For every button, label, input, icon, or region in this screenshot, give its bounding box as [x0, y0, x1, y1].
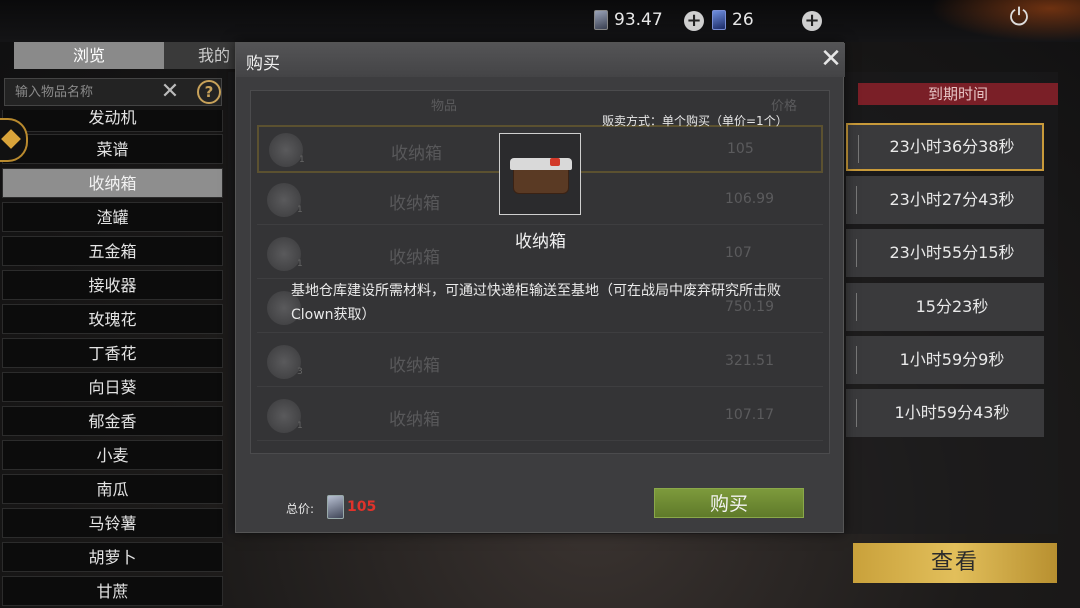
clear-icon[interactable]: ✕ — [159, 80, 181, 104]
expiry-cell[interactable]: 23小时27分43秒 — [846, 176, 1044, 224]
buy-button[interactable]: 购买 — [654, 488, 804, 518]
category-item[interactable]: 五金箱 — [2, 236, 223, 266]
listing-row: 3 收纳箱 321.51 — [257, 339, 823, 387]
category-item[interactable]: 菜谱 — [2, 134, 223, 164]
listing-header-name: 物品 — [431, 99, 458, 114]
total-label: 总价: — [286, 502, 315, 516]
expiry-cell-selected[interactable]: 23小时36分38秒 — [846, 123, 1044, 171]
listing-price: 321.51 — [725, 353, 774, 369]
corner-glow — [930, 0, 1080, 42]
storage-box-icon — [267, 399, 301, 433]
listing-qty: 1 — [297, 259, 303, 269]
search-input[interactable] — [15, 82, 155, 102]
category-item-selected[interactable]: 收纳箱 — [2, 168, 223, 198]
gem-icon — [712, 10, 726, 30]
category-item[interactable]: 丁香花 — [2, 338, 223, 368]
expiry-cell[interactable]: 1小时59分9秒 — [846, 336, 1044, 384]
listing-price: 107.17 — [725, 407, 774, 423]
category-item[interactable]: 渣罐 — [2, 202, 223, 232]
listing-qty: 1 — [297, 205, 303, 215]
gem-value: 26 — [732, 10, 754, 30]
power-icon[interactable]: ⏻ — [1006, 4, 1032, 30]
item-name: 收纳箱 — [515, 232, 566, 252]
tab-browse[interactable]: 浏览 — [14, 42, 164, 69]
coin-value: 93.47 — [614, 10, 663, 30]
storage-box-icon — [269, 133, 303, 167]
expiry-time: 1小时59分9秒 — [899, 350, 1005, 369]
expiry-cell[interactable]: 15分23秒 — [846, 283, 1044, 331]
box-lid — [510, 158, 572, 170]
help-icon[interactable]: ? — [197, 80, 221, 104]
dialog-title-bar: 购买 ✕ — [236, 43, 845, 77]
divider — [856, 293, 857, 321]
expiry-time: 15分23秒 — [915, 297, 989, 316]
expiry-cell[interactable]: 1小时59分43秒 — [846, 389, 1044, 437]
total-price: 105 — [347, 499, 377, 515]
coin-icon — [327, 495, 344, 519]
listing-name: 收纳箱 — [389, 410, 440, 430]
category-item[interactable]: 甘蔗 — [2, 576, 223, 606]
listing-qty: 1 — [297, 421, 303, 431]
search-bar: ✕ ? — [4, 78, 222, 106]
close-icon[interactable]: ✕ — [819, 45, 843, 73]
item-description: 基地仓库建设所需材料，可通过快递柜输送至基地（可在战局中废弃研究所击败Clown… — [291, 283, 781, 323]
expiry-cell[interactable]: 23小时55分15秒 — [846, 229, 1044, 277]
listing-price: 105 — [727, 141, 754, 157]
divider — [858, 135, 859, 163]
category-item[interactable]: 向日葵 — [2, 372, 223, 402]
expiry-time: 1小时59分43秒 — [894, 403, 1010, 422]
divider — [856, 346, 857, 374]
sale-mode-text: 贩卖方式：单个购买（单价=1个） — [602, 114, 788, 128]
listing-name: 收纳箱 — [389, 356, 440, 376]
box-body — [513, 168, 569, 194]
purchase-dialog: 购买 ✕ 物品 价格 1 收纳箱 105 1 收纳箱 106.99 1 收纳箱 … — [235, 42, 845, 533]
category-item[interactable]: 小麦 — [2, 440, 223, 470]
storage-box-icon — [499, 133, 581, 215]
category-item[interactable]: 玫瑰花 — [2, 304, 223, 334]
category-item[interactable]: 马铃薯 — [2, 508, 223, 538]
listing-price: 106.99 — [725, 191, 774, 207]
expiry-time: 23小时27分43秒 — [889, 190, 1015, 209]
listing-name: 收纳箱 — [389, 194, 440, 214]
box-latch — [550, 158, 560, 166]
category-list: 发动机 菜谱 收纳箱 渣罐 五金箱 接收器 玫瑰花 丁香花 向日葵 郁金香 小麦… — [2, 110, 223, 608]
divider — [856, 239, 857, 267]
category-item[interactable]: 胡萝卜 — [2, 542, 223, 572]
expiry-header: 到期时间 — [858, 83, 1058, 105]
category-item[interactable]: 郁金香 — [2, 406, 223, 436]
category-item[interactable]: 接收器 — [2, 270, 223, 300]
listing-row: 1 收纳箱 107.17 — [257, 393, 823, 441]
expiry-time: 23小时55分15秒 — [889, 243, 1015, 262]
top-bar: 93.47 + 26 + ⏻ — [0, 0, 1080, 42]
storage-box-icon — [267, 345, 301, 379]
divider — [856, 186, 857, 214]
storage-box-icon — [267, 183, 301, 217]
listing-qty: 1 — [299, 155, 305, 165]
add-gem-plus-icon[interactable]: + — [802, 11, 822, 31]
expiry-time: 23小时36分38秒 — [889, 137, 1015, 156]
category-item[interactable]: 发动机 — [2, 110, 223, 132]
listing-name: 收纳箱 — [391, 144, 442, 164]
divider — [856, 399, 857, 427]
listing-qty: 3 — [297, 367, 303, 377]
add-coin-plus-icon[interactable]: + — [684, 11, 704, 31]
view-button[interactable]: 查看 — [853, 543, 1057, 583]
dialog-title: 购买 — [246, 54, 280, 74]
coin-icon — [594, 10, 608, 30]
category-item[interactable]: 南瓜 — [2, 474, 223, 504]
gem-balance: 26 — [712, 10, 754, 30]
coin-balance: 93.47 — [594, 10, 663, 30]
listing-header: 物品 价格 — [251, 95, 821, 114]
